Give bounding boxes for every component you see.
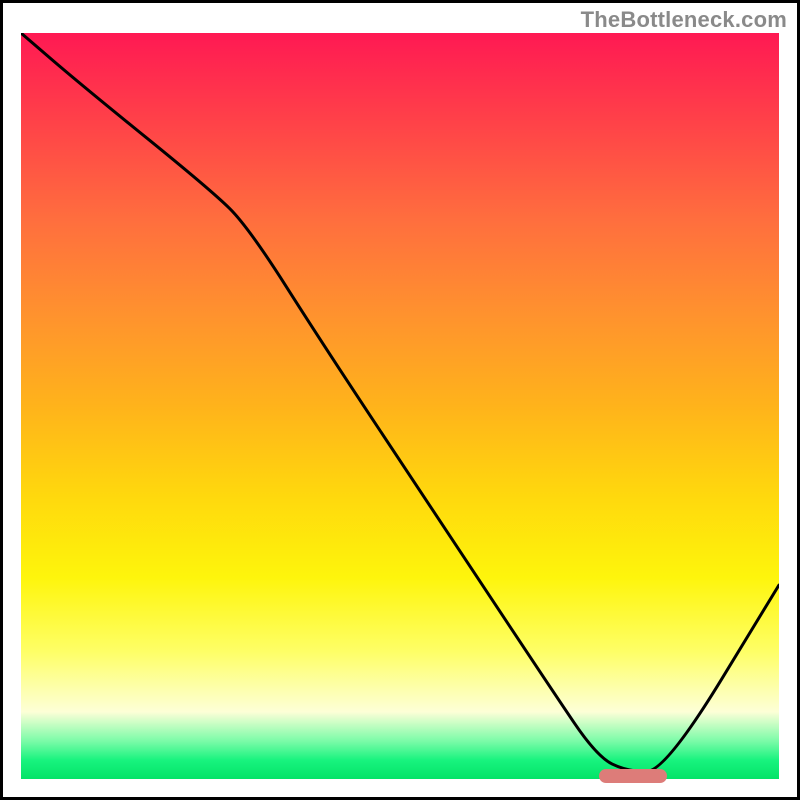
- plot-area: [21, 33, 779, 779]
- curve-svg: [21, 33, 779, 779]
- watermark-label: TheBottleneck.com: [581, 7, 787, 33]
- optimal-range-marker: [599, 769, 667, 783]
- chart-frame: TheBottleneck.com: [0, 0, 800, 800]
- bottleneck-curve: [21, 33, 779, 772]
